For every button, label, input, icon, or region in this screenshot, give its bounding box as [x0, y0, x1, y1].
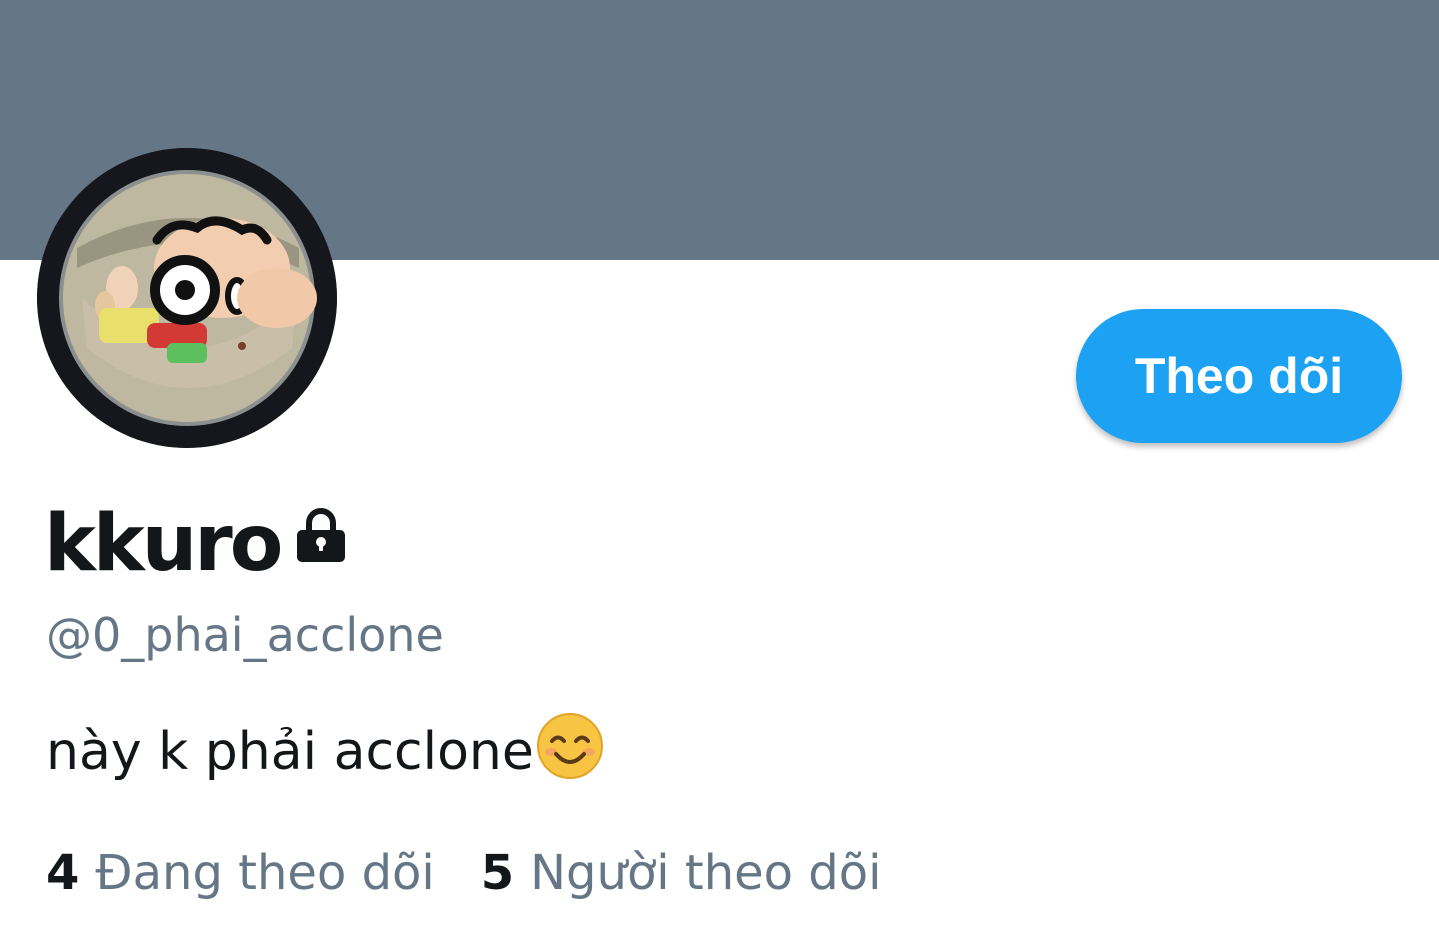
followers-label: Người theo dõi	[530, 845, 882, 901]
following-label: Đang theo dõi	[95, 845, 435, 901]
display-name: kkuro	[44, 499, 283, 589]
following-count: 4	[46, 845, 80, 901]
profile-name-row: kkuro	[44, 505, 350, 583]
profile-stats: 4 Đang theo dõi 5 Người theo dõi	[46, 845, 927, 901]
avatar-image	[37, 148, 337, 448]
followers-stat[interactable]: 5 Người theo dõi	[481, 845, 882, 901]
following-stat[interactable]: 4 Đang theo dõi	[46, 845, 435, 901]
profile-handle: @0_phai_acclone	[46, 608, 444, 662]
profile-bio: này k phải acclone	[46, 712, 604, 792]
avatar[interactable]	[37, 148, 337, 448]
followers-count: 5	[480, 845, 515, 901]
smiling-face-icon	[536, 712, 604, 792]
lock-icon	[292, 506, 350, 568]
bio-text: này k phải acclone	[46, 721, 534, 782]
follow-button[interactable]: Theo dõi	[1076, 309, 1402, 443]
